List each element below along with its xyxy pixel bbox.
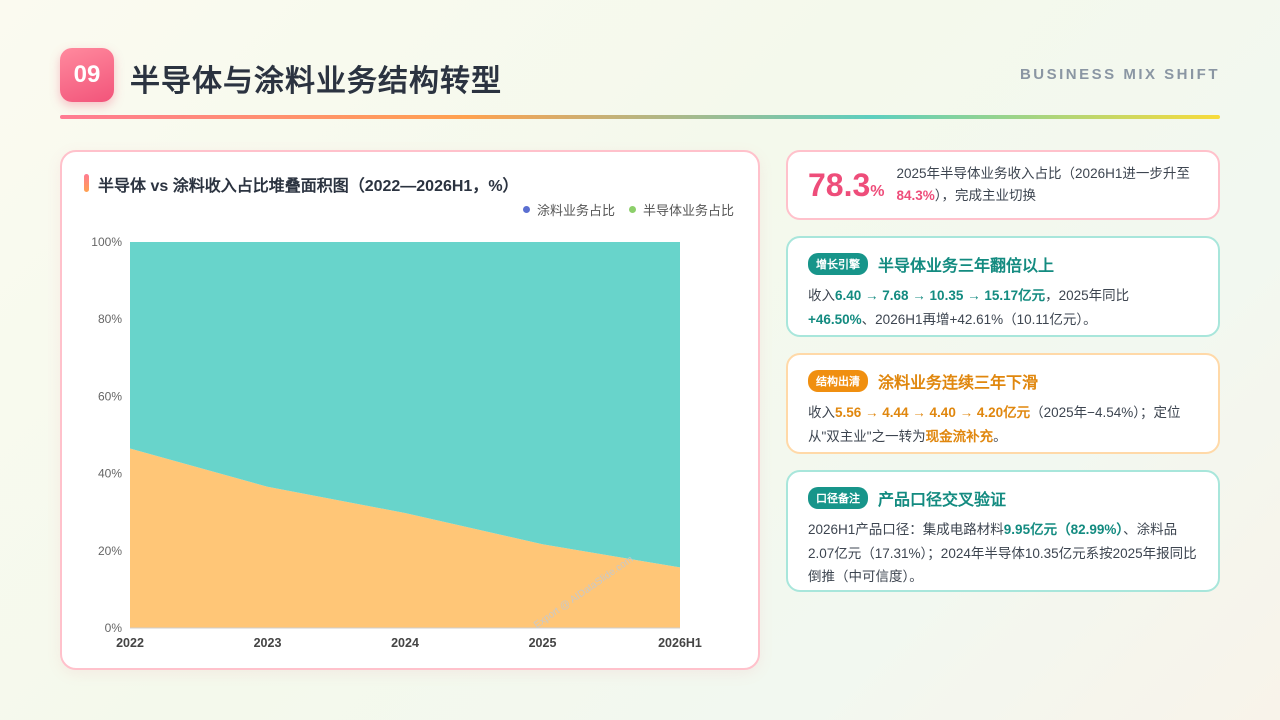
y-tick-label: 0% bbox=[105, 621, 123, 635]
stacked-area-chart: 0% 20% 40% 60% 80% 100% 2022 2023 2024 2025 2026H1 bbox=[91, 235, 702, 650]
growth-body: 收入6.40 → 7.68 → 10.35 → 15.17亿元，2025年同比 +… bbox=[808, 288, 1130, 327]
y-tick-label: 60% bbox=[98, 389, 122, 403]
structure-title: 涂料业务连续三年下滑 bbox=[878, 375, 1039, 392]
legend-label-coating: 涂料业务占比 bbox=[536, 203, 615, 218]
legend-dot-semiconductor bbox=[628, 206, 636, 213]
growth-title: 半导体业务三年翻倍以上 bbox=[878, 258, 1055, 275]
y-tick-label: 80% bbox=[98, 312, 122, 326]
section-number-badge: 09 bbox=[60, 48, 114, 102]
x-tick-label: 2024 bbox=[391, 636, 419, 650]
structure-card: 结构出清 涂料业务连续三年下滑 收入5.56 → 4.44 → 4.40 → 4… bbox=[786, 353, 1220, 454]
growth-tag: 增长引擎 bbox=[808, 253, 868, 275]
page-eyebrow: BUSINESS MIX SHIFT bbox=[1019, 66, 1220, 83]
kpi-description: 2025年半导体业务收入占比（2026H1进一步升至84.3%），完成主业切换 bbox=[896, 165, 1190, 203]
chart-title: 半导体 vs 涂料收入占比堆叠面积图（2022—2026H1，%） bbox=[98, 178, 519, 195]
legend-item-semiconductor[interactable]: 半导体业务占比 bbox=[628, 200, 734, 219]
y-tick-label: 20% bbox=[98, 544, 122, 558]
note-tag: 口径备注 bbox=[808, 487, 868, 509]
x-tick-label: 2023 bbox=[254, 636, 282, 650]
chart-card: 0% 20% 40% 60% 80% 100% 2022 2023 2024 2025 2026H1… bbox=[60, 150, 760, 670]
title-divider bbox=[60, 115, 1220, 119]
y-tick-label: 100% bbox=[91, 235, 122, 249]
legend-item-coating[interactable]: 涂料业务占比 bbox=[522, 200, 615, 219]
note-card: 口径备注 产品口径交叉验证 2026H1产品口径：集成电路材料9.95亿元（82… bbox=[786, 470, 1220, 592]
y-tick-label: 40% bbox=[98, 467, 122, 481]
x-tick-label: 2022 bbox=[116, 636, 144, 650]
kpi-unit: % bbox=[870, 182, 885, 200]
note-title: 产品口径交叉验证 bbox=[878, 492, 1007, 509]
x-tick-label: 2025 bbox=[529, 636, 557, 650]
legend-dot-coating bbox=[522, 206, 530, 213]
kpi-value: 78.3% bbox=[808, 166, 885, 203]
structure-body: 收入5.56 → 4.44 → 4.40 → 4.20亿元（2025年−4.54… bbox=[808, 405, 1181, 444]
x-tick-label: 2026H1 bbox=[658, 636, 702, 650]
kpi-card: 78.3% 2025年半导体业务收入占比（2026H1进一步升至84.3%），完… bbox=[786, 150, 1220, 220]
growth-card: 增长引擎 半导体业务三年翻倍以上 收入6.40 → 7.68 → 10.35 →… bbox=[786, 236, 1220, 337]
chart-legend: 涂料业务占比 半导体业务占比 bbox=[522, 200, 734, 219]
note-body: 2026H1产品口径：集成电路材料9.95亿元（82.99%）、涂料品2.07亿… bbox=[808, 522, 1197, 585]
structure-tag: 结构出清 bbox=[808, 370, 868, 392]
page-title: 半导体与涂料业务结构转型 bbox=[130, 65, 502, 98]
legend-label-semiconductor: 半导体业务占比 bbox=[642, 203, 734, 218]
chart-title-accent bbox=[84, 174, 89, 192]
